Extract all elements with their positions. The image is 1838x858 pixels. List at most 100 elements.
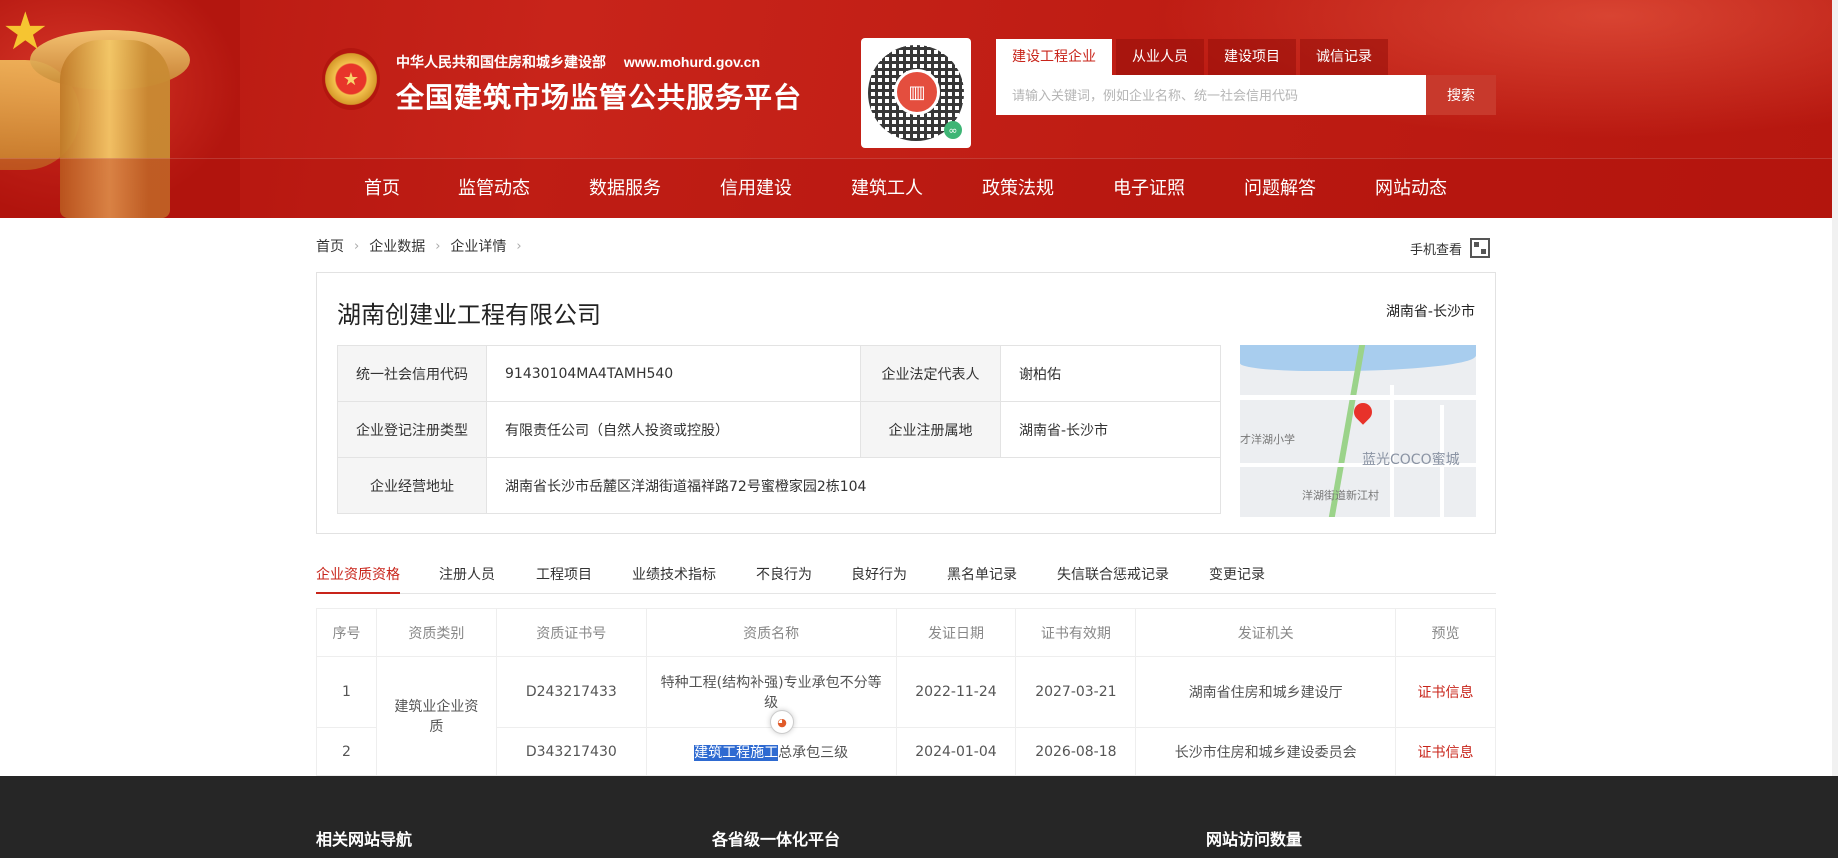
tab-good-behavior[interactable]: 良好行为 <box>851 564 907 594</box>
nav-faq[interactable]: 问题解答 <box>1244 159 1316 218</box>
chevron-right-icon: › <box>435 238 441 254</box>
breadcrumb-company-data[interactable]: 企业数据 <box>369 236 425 256</box>
qr-pattern: ▥ ∞ <box>868 45 964 141</box>
map-label-city: 蓝光COCO蜜城 <box>1362 452 1460 468</box>
breadcrumb-company-detail[interactable]: 企业详情 <box>450 236 506 256</box>
nav-home[interactable]: 首页 <box>364 159 400 218</box>
issuing-authority: 湖南省住房和城乡建设厅 <box>1135 656 1397 728</box>
ministry-name: 中华人民共和国住房和城乡建设部 <box>396 54 606 70</box>
search-tab-personnel[interactable]: 从业人员 <box>1116 39 1204 75</box>
tab-bad-behavior[interactable]: 不良行为 <box>756 564 812 594</box>
location-map[interactable]: 才洋湖小学 蓝光COCO蜜城 洋湖街道新江村 <box>1240 345 1476 517</box>
building-icon: ▥ <box>894 69 940 115</box>
qualification-table: 序号 资质类别 资质证书号 资质名称 发证日期 证书有效期 发证机关 预览 1 … <box>316 608 1496 776</box>
expiry-date: 2027-03-21 <box>1015 656 1137 728</box>
national-emblem-icon: ★ <box>322 48 380 110</box>
issue-date: 2022-11-24 <box>895 656 1017 728</box>
search-box: 搜索 <box>996 75 1496 115</box>
text-selection: 建筑工程施工 <box>694 744 779 761</box>
tab-projects[interactable]: 工程项目 <box>536 564 592 594</box>
mobile-view-label: 手机查看 <box>1410 242 1463 258</box>
row-number: 2 <box>316 727 377 776</box>
site-footer: 相关网站导航 各省级一体化平台 网站访问数量 <box>0 776 1838 858</box>
qualification-category: 建筑业企业资质 <box>375 656 497 776</box>
issue-date: 2024-01-04 <box>895 727 1017 776</box>
star-icon: ★ <box>2 2 49 62</box>
qr-code-icon <box>1470 238 1491 258</box>
nav-regulatory-news[interactable]: 监管动态 <box>458 159 530 218</box>
legal-rep-value: 谢柏佑 <box>1000 345 1221 402</box>
expiry-date: 2026-08-18 <box>1015 727 1137 776</box>
qualification-name-rest: 总承包三级 <box>778 744 849 761</box>
search-button[interactable]: 搜索 <box>1426 75 1496 115</box>
chevron-right-icon: › <box>516 238 522 254</box>
platform-title: 全国建筑市场监管公共服务平台 <box>396 81 803 114</box>
col-header: 证书有效期 <box>1015 608 1137 657</box>
reg-place-value: 湖南省-长沙市 <box>1000 401 1221 458</box>
cert-number: D343217430 <box>495 727 647 776</box>
nav-data-service[interactable]: 数据服务 <box>589 159 661 218</box>
qualification-name: 建筑工程施工总承包三级 <box>645 727 897 776</box>
footer-provincial-platforms: 各省级一体化平台 <box>712 830 841 849</box>
chevron-right-icon: › <box>354 238 360 254</box>
translate-helper-icon[interactable]: ◕ <box>770 710 794 734</box>
tab-performance[interactable]: 业绩技术指标 <box>632 564 716 594</box>
tab-change-log[interactable]: 变更记录 <box>1209 564 1265 594</box>
ministry-url[interactable]: www.mohurd.gov.cn <box>624 54 760 70</box>
col-header: 资质名称 <box>645 608 897 657</box>
breadcrumb: 首页 › 企业数据 › 企业详情 › <box>316 236 532 256</box>
nav-site-news[interactable]: 网站动态 <box>1375 159 1447 218</box>
detail-tabs: 企业资质资格 注册人员 工程项目 业绩技术指标 不良行为 良好行为 黑名单记录 … <box>316 564 1496 594</box>
col-header: 发证机关 <box>1135 608 1397 657</box>
main-nav: 首页 监管动态 数据服务 信用建设 建筑工人 政策法规 电子证照 问题解答 网站… <box>0 158 1838 218</box>
scrollbar[interactable] <box>1832 0 1838 776</box>
breadcrumb-home[interactable]: 首页 <box>316 236 344 256</box>
footer-visit-count: 网站访问数量 <box>1206 830 1303 849</box>
map-label-school: 才洋湖小学 <box>1240 433 1295 446</box>
nav-e-certificate[interactable]: 电子证照 <box>1113 159 1185 218</box>
table-row: 1 建筑业企业资质 D243217433 特种工程(结构补强)专业承包不分等级 … <box>316 656 1496 776</box>
map-road <box>1240 395 1476 400</box>
company-region: 湖南省-长沙市 <box>1385 304 1475 320</box>
cert-info-link[interactable]: 证书信息 <box>1395 727 1496 776</box>
tab-registered-staff[interactable]: 注册人员 <box>439 564 495 594</box>
reg-type-label: 企业登记注册类型 <box>337 401 487 458</box>
link-icon: ∞ <box>944 121 962 139</box>
site-header: ★ ★ 中华人民共和国住房和城乡建设部 www.mohurd.gov.cn 全国… <box>0 0 1838 218</box>
table-header-row: 序号 资质类别 资质证书号 资质名称 发证日期 证书有效期 发证机关 预览 <box>316 608 1496 657</box>
search-tabs: 建设工程企业 从业人员 建设项目 诚信记录 <box>996 39 1388 75</box>
search-input[interactable] <box>996 75 1426 115</box>
search-tab-companies[interactable]: 建设工程企业 <box>996 39 1112 75</box>
tab-blacklist[interactable]: 黑名单记录 <box>947 564 1017 594</box>
address-value: 湖南省长沙市岳麓区洋湖街道福祥路72号蜜橙家园2栋104 <box>486 457 1221 514</box>
issuing-authority: 长沙市住房和城乡建设委员会 <box>1135 727 1397 776</box>
col-header: 序号 <box>316 608 377 657</box>
footer-related-sites: 相关网站导航 <box>316 830 413 849</box>
map-label-village: 洋湖街道新江村 <box>1302 489 1379 502</box>
credit-code-value: 91430104MA4TAMH540 <box>486 345 861 402</box>
col-header: 预览 <box>1395 608 1496 657</box>
company-card: 湖南创建业工程有限公司 湖南省-长沙市 统一社会信用代码 91430104MA4… <box>316 272 1496 534</box>
ministry-line: 中华人民共和国住房和城乡建设部 www.mohurd.gov.cn <box>396 52 760 72</box>
qr-code: ▥ ∞ <box>861 38 971 148</box>
cert-number: D243217433 <box>495 656 647 728</box>
search-tab-projects[interactable]: 建设项目 <box>1208 39 1296 75</box>
credit-code-label: 统一社会信用代码 <box>337 345 487 402</box>
address-label: 企业经营地址 <box>337 457 487 514</box>
search-tab-credit[interactable]: 诚信记录 <box>1300 39 1388 75</box>
tab-dishonesty[interactable]: 失信联合惩戒记录 <box>1057 564 1169 594</box>
company-info-table: 统一社会信用代码 91430104MA4TAMH540 企业法定代表人 谢柏佑 … <box>337 345 1221 514</box>
reg-type-value: 有限责任公司（自然人投资或控股） <box>486 401 861 458</box>
cert-info-link[interactable]: 证书信息 <box>1395 656 1496 728</box>
company-name: 湖南创建业工程有限公司 <box>337 301 601 329</box>
tab-qualifications[interactable]: 企业资质资格 <box>316 564 400 594</box>
col-header: 资质证书号 <box>495 608 647 657</box>
col-header: 发证日期 <box>895 608 1017 657</box>
row-number: 1 <box>316 656 377 728</box>
reg-place-label: 企业注册属地 <box>860 401 1001 458</box>
nav-credit[interactable]: 信用建设 <box>720 159 792 218</box>
mobile-view-button[interactable]: 手机查看 <box>1410 238 1491 258</box>
nav-policy[interactable]: 政策法规 <box>982 159 1054 218</box>
legal-rep-label: 企业法定代表人 <box>860 345 1001 402</box>
nav-workers[interactable]: 建筑工人 <box>851 159 923 218</box>
